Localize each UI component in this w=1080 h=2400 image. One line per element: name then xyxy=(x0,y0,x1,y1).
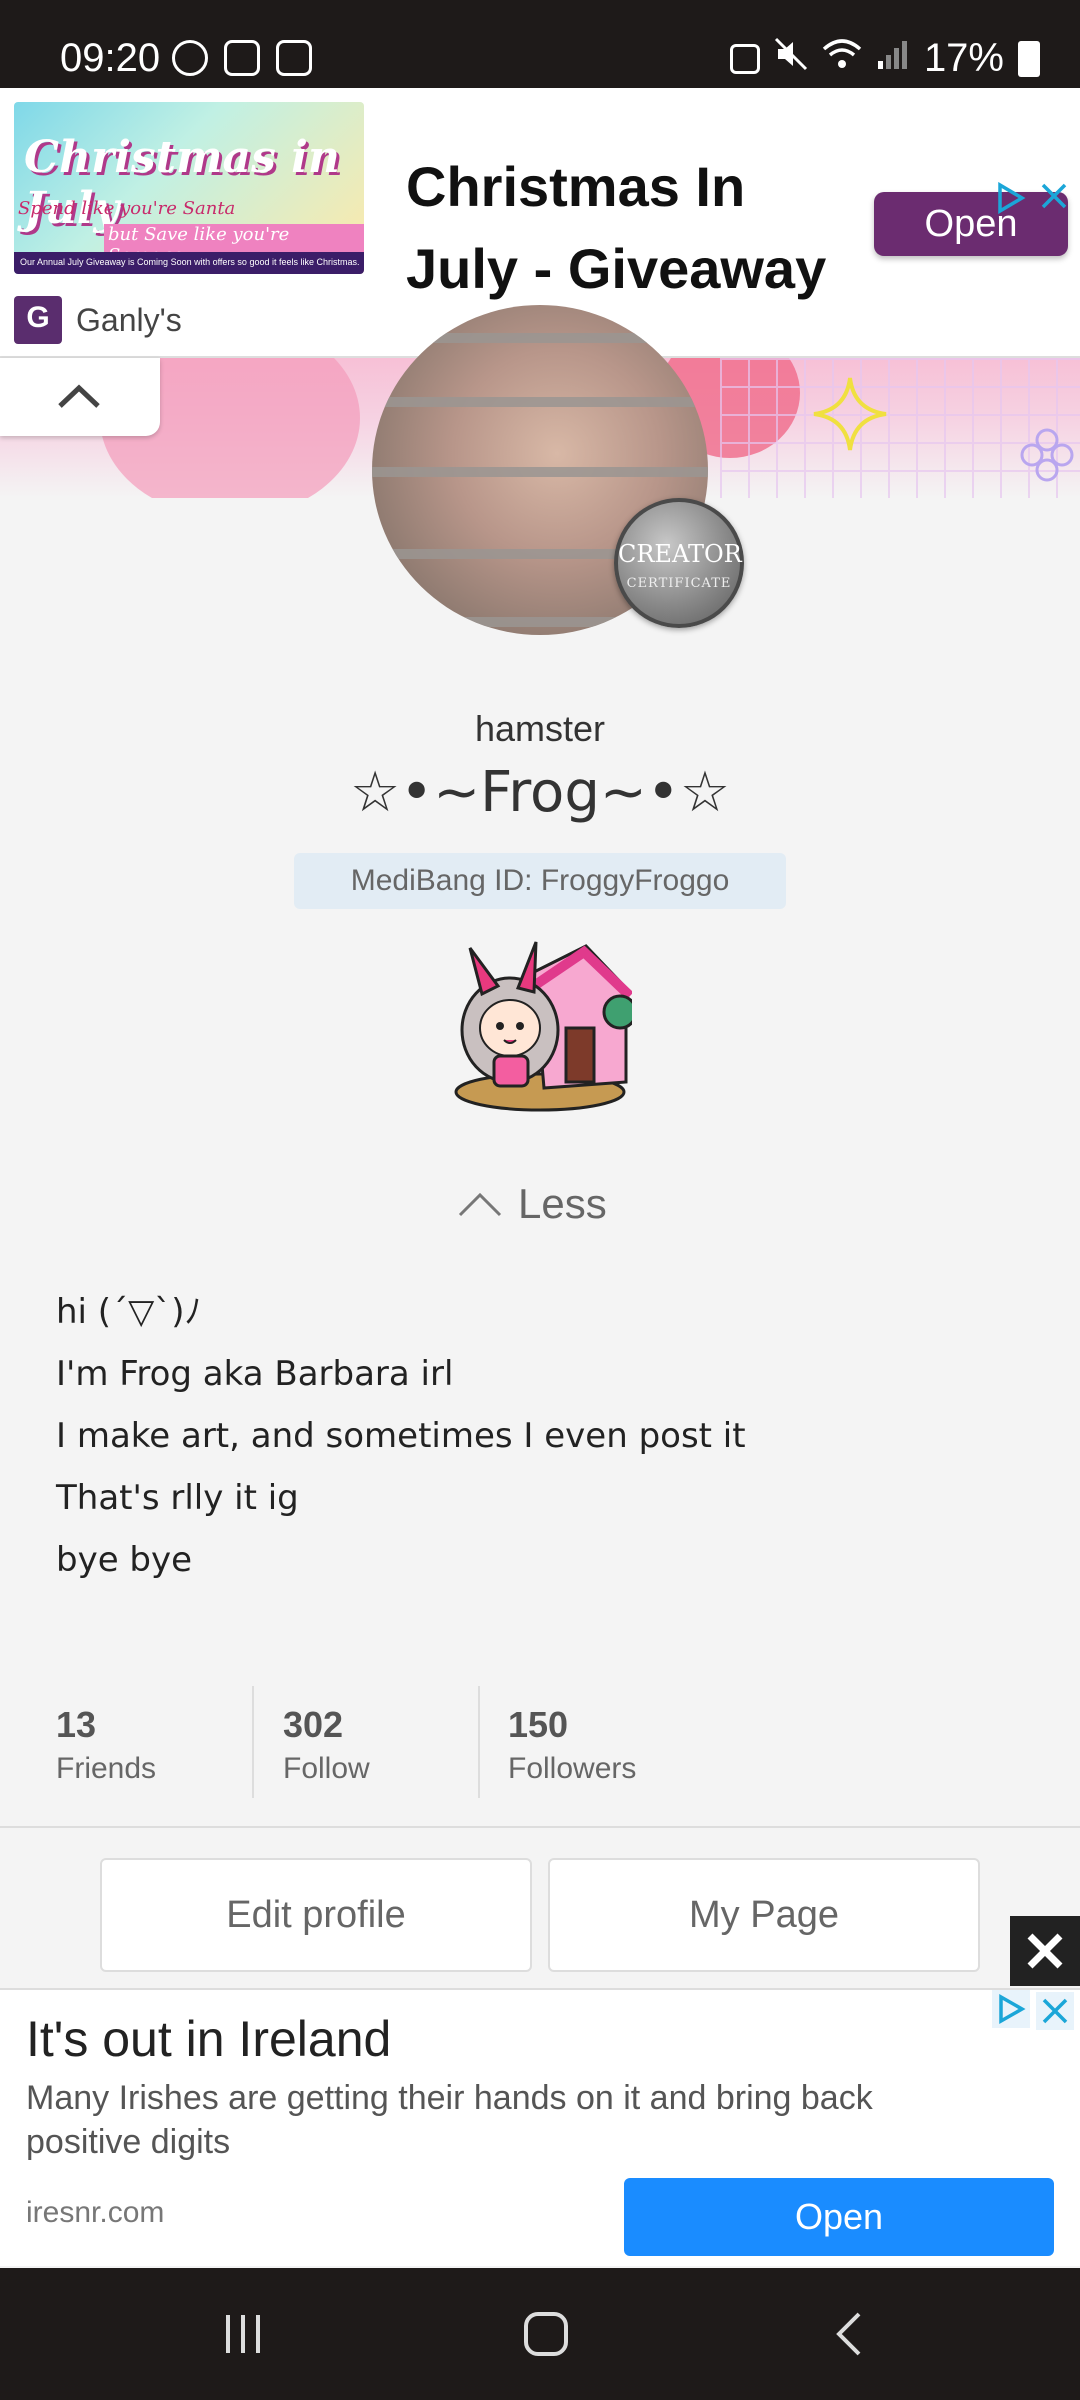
stat-divider xyxy=(478,1686,480,1798)
sparkle-icon xyxy=(813,377,887,451)
bio-line: That's rlly it ig xyxy=(56,1478,299,1518)
ad-domain: iresnr.com xyxy=(26,2196,165,2229)
battery-icon xyxy=(1018,40,1040,77)
notification-icons xyxy=(172,40,312,76)
close-ad-overlay-button[interactable] xyxy=(1010,1916,1080,1986)
battery-percent: 17% xyxy=(923,36,1004,80)
recent-apps-icon xyxy=(226,2315,260,2353)
badge-title: CREATOR xyxy=(618,540,742,568)
ad-title[interactable]: It's out in Ireland xyxy=(26,2010,391,2068)
collapse-ad-button[interactable] xyxy=(0,358,160,436)
bio-line: bye bye xyxy=(56,1540,193,1580)
less-label: Less xyxy=(518,1180,607,1227)
bottom-ad-banner[interactable]: It's out in Ireland Many Irishes are get… xyxy=(0,1988,1080,2266)
home-button[interactable] xyxy=(456,2268,636,2400)
system-status: 17% xyxy=(729,36,1040,81)
chevron-up-icon xyxy=(58,384,100,408)
back-icon xyxy=(836,2312,861,2356)
creator-certificate-badge: CREATOR CERTIFICATE xyxy=(614,498,744,628)
wifi-icon xyxy=(822,36,862,81)
profile-bio: hi (´▽`)ﾉ I'm Frog aka Barbara irl I mak… xyxy=(56,1290,1016,1600)
stat-value: 150 xyxy=(508,1704,569,1745)
bio-line: I make art, and sometimes I even post it xyxy=(56,1416,746,1456)
ad-open-button[interactable]: Open xyxy=(624,2178,1054,2256)
alarm-icon xyxy=(729,43,760,74)
edit-profile-button[interactable]: Edit profile xyxy=(100,1858,532,1972)
bio-line: hi (´▽`)ﾉ xyxy=(56,1292,202,1332)
ad-description: Many Irishes are getting their hands on … xyxy=(26,2079,873,2161)
ad-choices-icon[interactable] xyxy=(994,181,1026,215)
profile-subtitle: hamster xyxy=(474,708,606,749)
ad-image-footer: Our Annual July Giveaway is Coming Soon … xyxy=(14,252,364,274)
system-navigation-bar xyxy=(0,2268,1080,2400)
stat-label: Follow xyxy=(283,1752,370,1785)
stat-value: 302 xyxy=(283,1704,344,1745)
badge-subtitle: CERTIFICATE xyxy=(626,576,732,591)
chevron-up-icon xyxy=(458,1192,502,1217)
cage-bar xyxy=(372,397,708,407)
back-button[interactable] xyxy=(758,2268,938,2400)
profile-stats: 13 Friends 302 Follow 150 Followers xyxy=(0,1686,1080,1798)
less-toggle[interactable]: Less xyxy=(456,1176,607,1232)
close-icon xyxy=(1027,1933,1063,1969)
cage-bar xyxy=(372,467,708,477)
ad-close-icon[interactable] xyxy=(1036,1992,1074,2030)
gallery-icon xyxy=(224,40,260,76)
stat-friends[interactable]: 13 Friends xyxy=(56,1686,156,1798)
mute-icon xyxy=(774,36,808,81)
phone-call-icon xyxy=(172,40,208,76)
flower-icon xyxy=(1020,428,1074,482)
recent-apps-button[interactable] xyxy=(153,2268,333,2400)
clock-app-icon xyxy=(276,40,312,76)
medibang-id-badge: MediBang ID: FroggyFroggo xyxy=(294,853,786,909)
stat-followers[interactable]: 150 Followers xyxy=(508,1686,636,1798)
profile-name: ☆•~Frog~•☆ xyxy=(349,760,731,825)
stat-label: Followers xyxy=(508,1752,637,1785)
status-bar: 09:20 17% xyxy=(0,0,1080,88)
divider xyxy=(0,1826,1080,1828)
home-icon xyxy=(524,2312,568,2356)
cage-bar xyxy=(372,333,708,343)
ad-close-icon[interactable] xyxy=(1038,180,1070,212)
ad-brand-logo: G xyxy=(14,296,62,344)
stat-label: Friends xyxy=(56,1752,157,1785)
stat-value: 13 xyxy=(56,1704,97,1745)
ad-image[interactable]: Christmas in July Spend like you're Sant… xyxy=(14,102,364,274)
bio-line: I'm Frog aka Barbara irl xyxy=(56,1354,454,1394)
status-time: 09:20 xyxy=(60,36,161,80)
ad-brand-name: Ganly's xyxy=(76,302,182,338)
ad-image-subtitle: Spend like you're Santa xyxy=(18,198,236,219)
stat-divider xyxy=(252,1686,254,1798)
character-house-sticker xyxy=(454,941,632,1112)
my-page-button[interactable]: My Page xyxy=(548,1858,980,1972)
ad-headline[interactable]: Christmas In July - Giveaway xyxy=(406,146,836,310)
stat-follow[interactable]: 302 Follow xyxy=(283,1686,370,1798)
ad-choices-icon[interactable] xyxy=(992,1990,1030,2028)
signal-icon xyxy=(876,36,910,81)
